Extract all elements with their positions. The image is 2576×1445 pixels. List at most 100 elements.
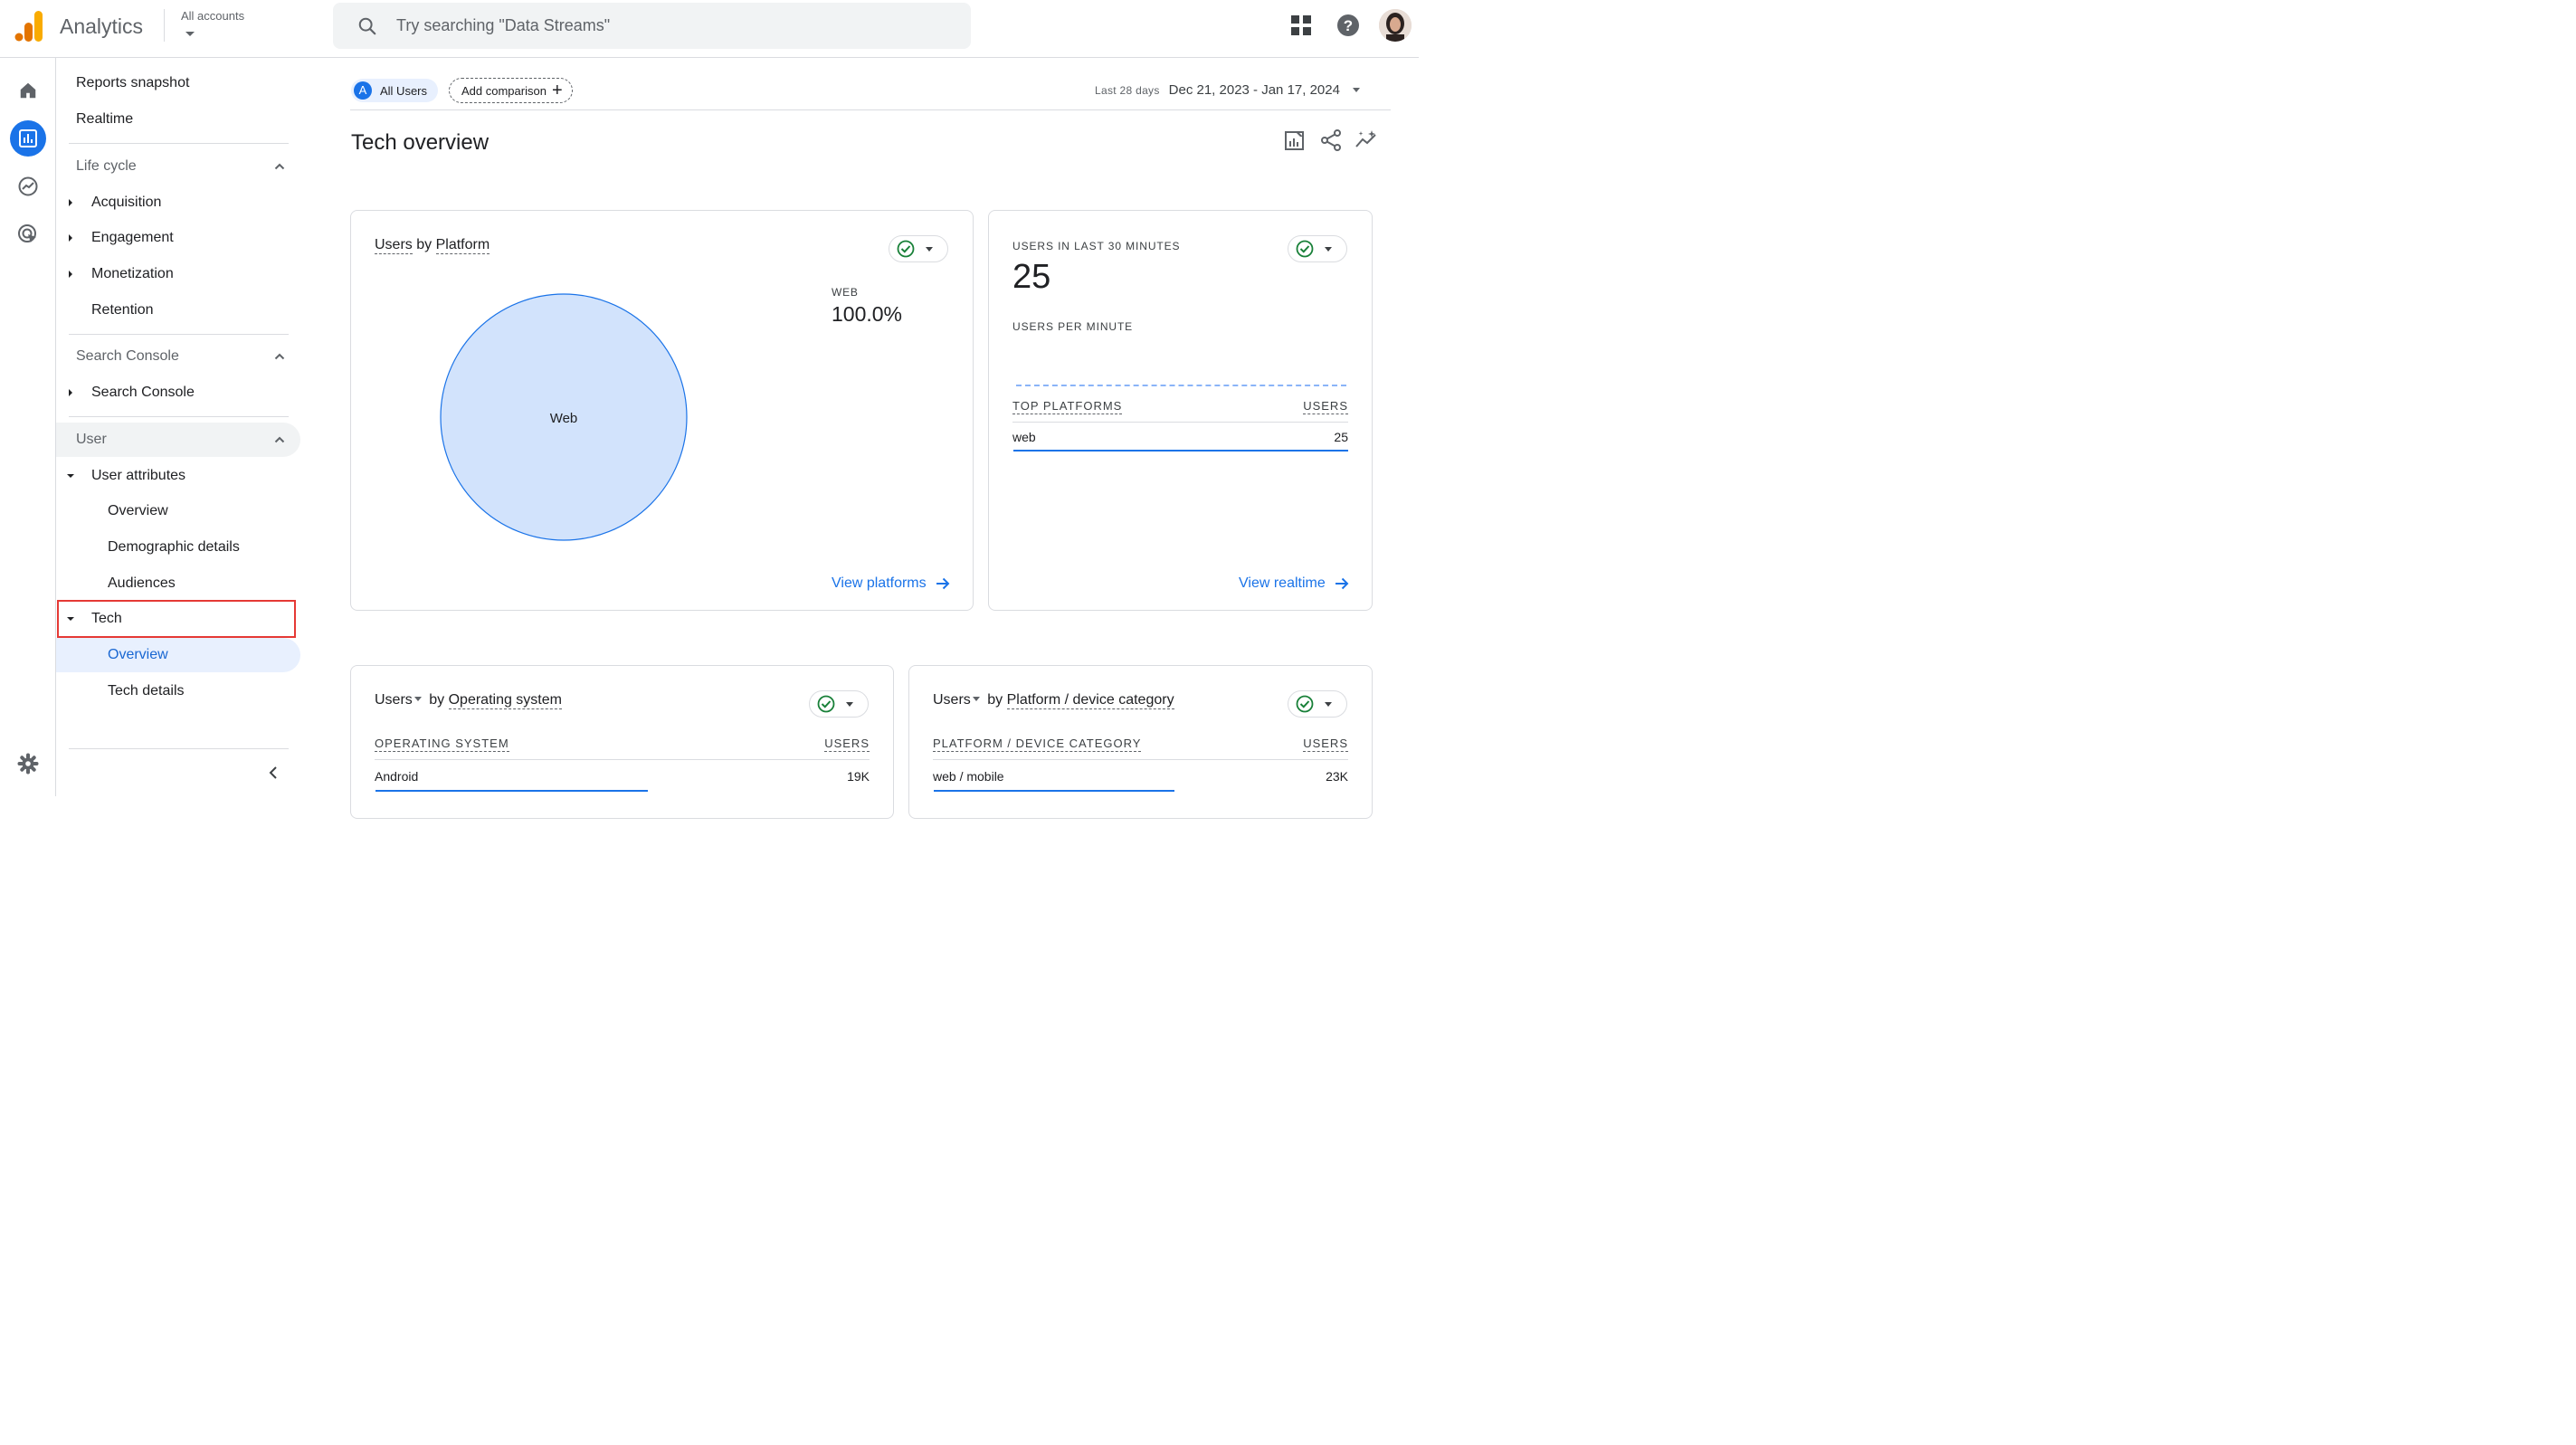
card-title: Users by Platform / device category (933, 692, 1174, 709)
nav-acquisition[interactable]: Acquisition (56, 185, 300, 220)
device-column-header-label: PLATFORM / DEVICE CATEGORY (933, 737, 1142, 752)
nav-reports-snapshot[interactable]: Reports snapshot (56, 66, 300, 100)
realtime-users-value: 25 (1012, 258, 1051, 296)
nav-label: Engagement (91, 230, 174, 245)
collapse-arrow-icon (67, 617, 74, 621)
nav-label: User attributes (91, 468, 186, 483)
card-options-button[interactable] (889, 235, 948, 262)
account-picker-label: All accounts (181, 9, 245, 23)
chevron-down-icon (926, 246, 933, 252)
search-bar[interactable] (333, 3, 971, 49)
card-title-by: by (416, 237, 433, 252)
add-comparison-button[interactable]: Add comparison + (449, 78, 573, 103)
users-column-header-label: USERS (824, 737, 870, 752)
reports-button[interactable] (10, 120, 46, 157)
users-per-minute-label: USERS PER MINUTE (1012, 320, 1134, 333)
nav-engagement[interactable]: Engagement (56, 221, 300, 255)
expand-arrow-icon (69, 271, 72, 278)
users-column-header[interactable]: USERS (1303, 737, 1348, 752)
nav-demographic-details[interactable]: Demographic details (56, 530, 300, 565)
nav-retention[interactable]: Retention (56, 293, 300, 328)
plus-icon: + (551, 81, 563, 100)
explore-button[interactable] (10, 168, 46, 204)
dimension-label[interactable]: Platform / device category (1006, 692, 1174, 709)
apps-grid-icon[interactable] (1288, 13, 1314, 38)
check-circle-icon (897, 240, 915, 258)
dimension-label[interactable]: Operating system (448, 692, 562, 709)
table-divider (933, 759, 1348, 760)
avatar[interactable] (1379, 9, 1412, 42)
insights-icon[interactable] (1355, 128, 1378, 152)
legend-label: WEB (832, 286, 859, 299)
nav-user-overview[interactable]: Overview (56, 494, 300, 528)
table-row-value: 23K (1326, 769, 1348, 784)
users-column-header[interactable]: USERS (824, 737, 870, 752)
nav-label: Acquisition (91, 195, 162, 210)
view-realtime-link[interactable]: View realtime (1239, 575, 1349, 592)
segment-chip[interactable]: A All Users (351, 79, 439, 102)
platform-pie-chart: Web (440, 293, 688, 541)
metric-label[interactable]: Users (933, 692, 971, 708)
admin-button[interactable] (10, 746, 46, 782)
search-input[interactable] (396, 3, 948, 49)
card-title: Users by Platform (375, 237, 490, 254)
table-divider (1012, 422, 1348, 423)
advertising-button[interactable] (10, 216, 46, 252)
users-by-platform-card: Users by Platform Web WEB 100.0% View pl… (350, 210, 974, 611)
nav-section-label: Search Console (76, 348, 179, 364)
nav-tech-overview[interactable]: Overview (56, 638, 300, 672)
nav-user-attributes[interactable]: User attributes (56, 459, 300, 493)
table-row-name: web (1012, 430, 1036, 444)
realtime-card: USERS IN LAST 30 MINUTES 25 USERS PER MI… (988, 210, 1373, 611)
card-options-button[interactable] (1288, 690, 1347, 718)
chevron-down-icon (1325, 701, 1332, 707)
metric-label[interactable]: Users (375, 237, 413, 254)
add-comparison-label: Add comparison (461, 83, 547, 98)
card-options-button[interactable] (1288, 235, 1347, 262)
reports-nav: Reports snapshot Realtime Life cycle Acq… (56, 58, 309, 796)
view-platforms-link[interactable]: View platforms (832, 575, 950, 592)
check-circle-icon (1296, 695, 1314, 713)
reports-icon (19, 129, 37, 147)
table-row-name: Android (375, 769, 419, 784)
nav-section-lifecycle[interactable]: Life cycle (56, 149, 300, 184)
home-button[interactable] (10, 72, 46, 109)
top-platforms-header[interactable]: TOP PLATFORMS (1012, 399, 1123, 414)
segment-letter-badge: A (354, 81, 372, 100)
share-icon[interactable] (1319, 128, 1343, 152)
card-options-button[interactable] (809, 690, 869, 718)
users-header[interactable]: USERS (1303, 399, 1348, 414)
expand-arrow-icon (69, 199, 72, 206)
nav-tech-details[interactable]: Tech details (56, 674, 300, 708)
table-row-bar (375, 790, 648, 792)
chevron-up-icon (274, 163, 285, 170)
metric-label[interactable]: Users (375, 692, 413, 708)
nav-section-label: Life cycle (76, 158, 137, 174)
dimension-label[interactable]: Platform (435, 237, 490, 254)
table-row-bar (934, 790, 1174, 792)
nav-audiences[interactable]: Audiences (56, 566, 300, 601)
metric-dropdown-caret-icon[interactable] (413, 697, 422, 701)
nav-search-console[interactable]: Search Console (56, 376, 300, 410)
nav-section-user[interactable]: User (56, 423, 300, 457)
nav-tech[interactable]: Tech (56, 602, 300, 636)
nav-monetization[interactable]: Monetization (56, 257, 300, 291)
view-platforms-label: View platforms (832, 575, 927, 591)
collapse-nav-chevron-icon[interactable] (266, 765, 280, 780)
nav-section-search-console[interactable]: Search Console (56, 339, 300, 374)
account-picker[interactable]: All accounts (181, 9, 280, 45)
metric-dropdown-caret-icon[interactable] (972, 697, 980, 701)
left-rail (0, 58, 56, 796)
expand-arrow-icon (69, 389, 72, 396)
collapse-arrow-icon (67, 474, 74, 478)
date-range-picker[interactable]: Last 28 days Dec 21, 2023 - Jan 17, 2024 (1095, 82, 1360, 98)
chevron-down-icon (1325, 246, 1332, 252)
top-bar: Analytics All accounts ? (0, 0, 1419, 58)
nav-realtime[interactable]: Realtime (56, 102, 300, 137)
help-icon[interactable]: ? (1336, 13, 1361, 38)
os-column-header[interactable]: OPERATING SYSTEM (375, 737, 509, 752)
device-column-header[interactable]: PLATFORM / DEVICE CATEGORY (933, 737, 1142, 752)
customize-report-icon[interactable] (1283, 128, 1307, 152)
explore-icon (18, 176, 38, 196)
card-title: Users by Operating system (375, 692, 562, 709)
